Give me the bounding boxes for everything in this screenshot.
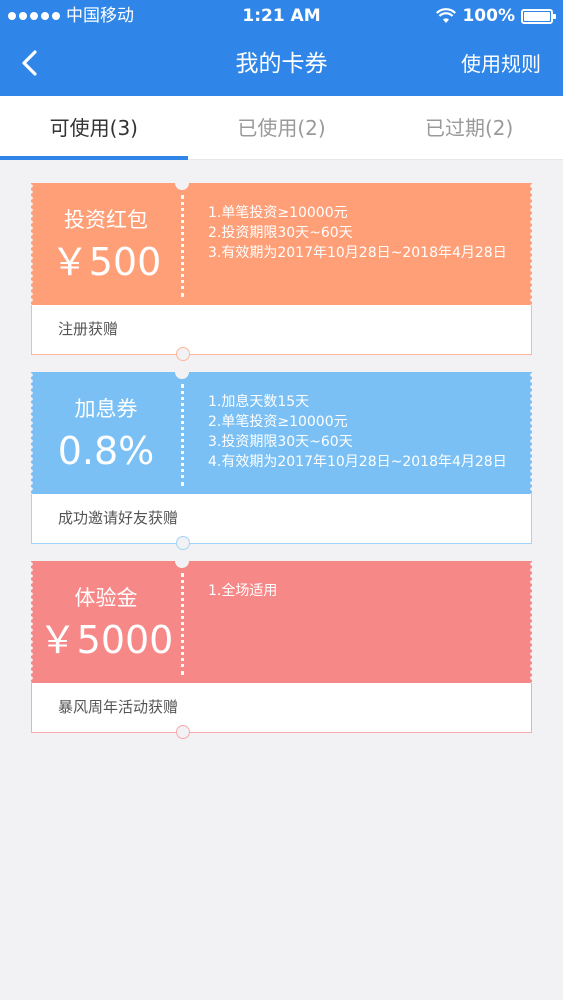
coupon-rule: 1.全场适用 [208, 583, 278, 599]
nav-bar: 我的卡券 使用规则 [0, 32, 563, 96]
coupon-top: 投资红包 ￥500 1.单笔投资≥10000元 2.投资期限30天~60天 3.… [29, 183, 534, 305]
coupon-source-text: 成功邀请好友获赠 [58, 509, 179, 527]
coupon-summary: 加息券 0.8% [31, 372, 181, 494]
tab-available[interactable]: 可使用(3) [0, 96, 188, 160]
coupon-divider [181, 195, 184, 297]
tab-bar: 可使用(3) 已使用(2) 已过期(2) [0, 96, 563, 160]
coupon-divider [181, 573, 184, 675]
coupon-notch [176, 725, 190, 739]
coupon-source: 注册获赠 [31, 305, 532, 361]
coupon-source-text: 注册获赠 [58, 320, 119, 338]
coupon-rule: 4.有效期为2017年10月28日~2018年4月28日 [208, 454, 507, 470]
status-right: 100% [436, 0, 556, 32]
coupon-rule: 2.单笔投资≥10000元 [208, 414, 348, 430]
battery-percent: 100% [462, 6, 515, 26]
coupon-edge [530, 372, 534, 494]
coupon-rules: 1.加息天数15天 2.单笔投资≥10000元 3.投资期限30天~60天 4.… [181, 372, 532, 494]
coupon-name: 加息券 [74, 397, 138, 421]
coupon-rule: 3.投资期限30天~60天 [208, 434, 353, 450]
coupon-rule: 2.投资期限30天~60天 [208, 225, 353, 241]
coupon-summary: 投资红包 ￥500 [31, 183, 181, 305]
coupon-top: 加息券 0.8% 1.加息天数15天 2.单笔投资≥10000元 3.投资期限3… [29, 372, 534, 494]
coupon-rule: 3.有效期为2017年10月28日~2018年4月28日 [208, 245, 507, 261]
coupon-edge [530, 561, 534, 683]
rules-button[interactable]: 使用规则 [461, 32, 541, 96]
status-bar: 中国移动 1:21 AM 100% [0, 0, 563, 32]
coupon-source: 成功邀请好友获赠 [31, 494, 532, 550]
coupon-rule: 1.加息天数15天 [208, 394, 310, 410]
coupon-rule: 1.单笔投资≥10000元 [208, 205, 348, 221]
coupon-source: 暴风周年活动获赠 [31, 683, 532, 739]
coupon-value: ￥5000 [38, 618, 174, 662]
coupon-name: 投资红包 [64, 208, 148, 232]
coupon-notch [176, 347, 190, 361]
coupon-top: 体验金 ￥5000 1.全场适用 [29, 561, 534, 683]
coupon-source-text: 暴风周年活动获赠 [58, 698, 179, 716]
header: 中国移动 1:21 AM 100% 我的卡券 使用规则 [0, 0, 563, 96]
coupon-value: 0.8% [57, 429, 155, 473]
coupon-card[interactable]: 体验金 ￥5000 1.全场适用 暴风周年活动获赠 [29, 554, 534, 739]
coupon-notch [175, 176, 189, 190]
coupon-card[interactable]: 投资红包 ￥500 1.单笔投资≥10000元 2.投资期限30天~60天 3.… [29, 176, 534, 361]
coupon-name: 体验金 [74, 586, 138, 610]
coupon-rules: 1.单笔投资≥10000元 2.投资期限30天~60天 3.有效期为2017年1… [181, 183, 532, 305]
coupon-rules: 1.全场适用 [181, 561, 532, 683]
coupon-notch [176, 536, 190, 550]
coupon-summary: 体验金 ￥5000 [31, 561, 181, 683]
coupon-list: 投资红包 ￥500 1.单笔投资≥10000元 2.投资期限30天~60天 3.… [0, 160, 563, 739]
battery-icon [521, 8, 556, 24]
wifi-icon [436, 8, 457, 23]
coupon-value: ￥500 [50, 240, 162, 284]
tab-expired[interactable]: 已过期(2) [375, 96, 563, 159]
coupon-notch [175, 365, 189, 379]
coupon-card[interactable]: 加息券 0.8% 1.加息天数15天 2.单笔投资≥10000元 3.投资期限3… [29, 365, 534, 550]
coupon-divider [181, 384, 184, 486]
coupon-notch [175, 554, 189, 568]
tab-used[interactable]: 已使用(2) [188, 96, 376, 159]
coupon-edge [530, 183, 534, 305]
